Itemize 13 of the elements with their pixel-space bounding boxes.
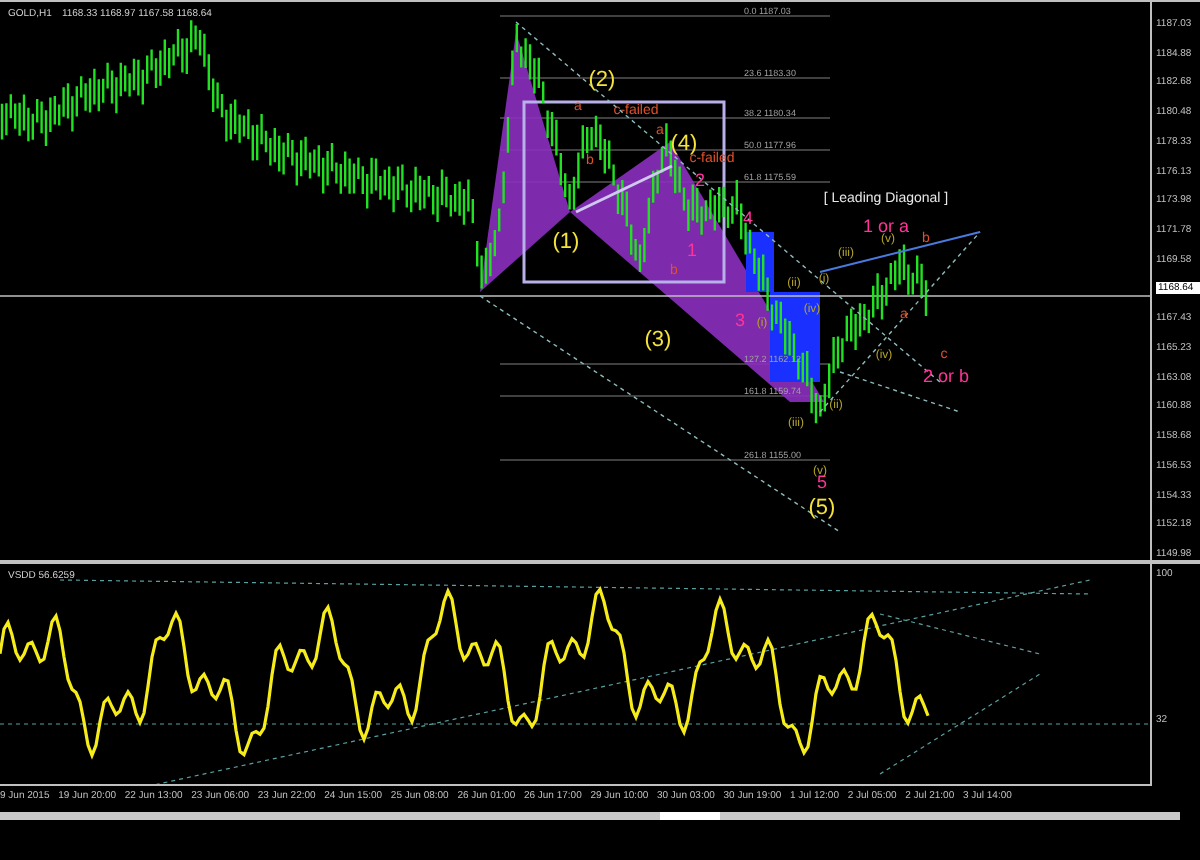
wave-label: (2) xyxy=(588,68,616,92)
wave-label: (3) xyxy=(644,328,672,352)
wave-label: (1) xyxy=(552,230,580,254)
wave-label: (5) xyxy=(808,496,836,520)
wave-label: 4 xyxy=(743,208,753,228)
wave-label: 2 xyxy=(695,170,705,190)
wave-label: 5 xyxy=(817,472,827,492)
wave-label: (4) xyxy=(670,132,698,156)
wave-label: 3 xyxy=(735,310,745,330)
scrollbar[interactable] xyxy=(0,812,1180,820)
wave-label: 2 or b xyxy=(923,366,969,386)
wave-label: 1 xyxy=(687,240,697,260)
wave-label: 1 or a xyxy=(863,216,909,236)
